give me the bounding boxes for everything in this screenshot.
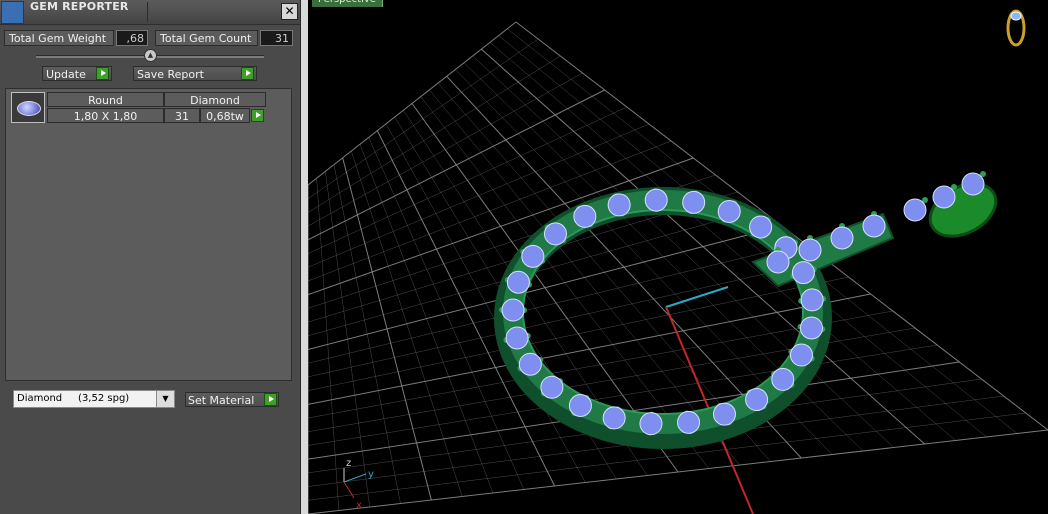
gem — [543, 222, 567, 246]
gem-count-cell: 31 — [164, 108, 200, 123]
total-gem-weight-value: ,68 — [116, 30, 148, 46]
gem — [521, 244, 545, 268]
gem — [682, 190, 706, 214]
gem — [602, 406, 626, 430]
total-gem-count-label: Total Gem Count — [155, 30, 258, 46]
chevron-down-icon[interactable]: ▼ — [156, 391, 174, 407]
viewport-scene: z y x — [308, 9, 1048, 514]
triad-x-label: x — [356, 500, 362, 511]
gem — [644, 188, 668, 212]
gem-reporter-app-icon — [1, 1, 24, 24]
gem — [639, 412, 663, 436]
gem-reporter-panel: GEM REPORTER ✕ Total Gem Weight ,68 Tota… — [0, 0, 301, 514]
window-title: GEM REPORTER — [30, 0, 129, 13]
update-button[interactable]: Update — [42, 66, 112, 81]
total-gem-count-value: 31 — [260, 30, 293, 46]
perspective-viewport[interactable]: Perspective z y x — [308, 0, 1048, 514]
material-select[interactable]: Diamond (3,52 spg) — [13, 390, 175, 408]
y-axis-line — [665, 286, 729, 308]
gem — [568, 394, 592, 418]
gem — [862, 214, 886, 238]
gem — [540, 375, 564, 399]
gem — [932, 185, 956, 209]
gem — [505, 326, 529, 350]
triad-y-line — [343, 473, 367, 483]
view-cube-icon[interactable] — [1006, 9, 1026, 47]
play-arrow-icon — [264, 393, 277, 406]
update-button-label: Update — [46, 68, 86, 81]
gem — [830, 226, 854, 250]
gem — [607, 193, 631, 217]
total-gem-weight-label: Total Gem Weight — [4, 30, 114, 46]
set-material-button-label: Set Material — [188, 394, 255, 407]
gem — [749, 215, 773, 239]
gem-weight-cell: 0,68tw — [200, 108, 250, 123]
grid-line — [308, 259, 827, 378]
gem-size-cell: 1,80 X 1,80 — [47, 108, 164, 123]
splitter-handle[interactable]: ▲ — [144, 49, 157, 62]
gem — [799, 316, 823, 340]
gem — [573, 204, 597, 228]
triad-z-label: z — [346, 458, 351, 469]
title-bar: GEM REPORTER ✕ — [0, 0, 300, 25]
play-arrow-icon[interactable] — [251, 109, 264, 122]
pendant-model — [494, 171, 998, 449]
gem — [903, 198, 927, 222]
gem — [712, 402, 736, 426]
gem — [501, 298, 525, 322]
save-report-button-label: Save Report — [137, 68, 204, 81]
gem — [506, 270, 530, 294]
gem — [800, 288, 824, 312]
triad-y-label: y — [368, 469, 374, 480]
gem — [798, 238, 822, 262]
gem — [791, 261, 815, 285]
gem-material-header: Diamond — [164, 92, 266, 107]
gem — [766, 250, 790, 274]
gem — [717, 200, 741, 224]
gem-list — [5, 88, 292, 381]
title-separator — [147, 2, 148, 22]
gem — [745, 388, 769, 412]
close-icon[interactable]: ✕ — [281, 3, 298, 20]
grid-line — [308, 242, 805, 364]
gem-shape-header: Round — [47, 92, 164, 107]
set-material-button[interactable]: Set Material — [185, 392, 279, 407]
play-arrow-icon — [241, 67, 254, 80]
play-arrow-icon — [96, 67, 109, 80]
gem — [961, 172, 985, 196]
gem — [789, 343, 813, 367]
panel-divider[interactable] — [301, 0, 308, 514]
gem — [518, 352, 542, 376]
round-gem-thumbnail-icon[interactable] — [11, 92, 45, 123]
gem — [771, 367, 795, 391]
save-report-button[interactable]: Save Report — [133, 66, 257, 81]
gem — [677, 410, 701, 434]
view-cube-gem — [1010, 11, 1022, 21]
